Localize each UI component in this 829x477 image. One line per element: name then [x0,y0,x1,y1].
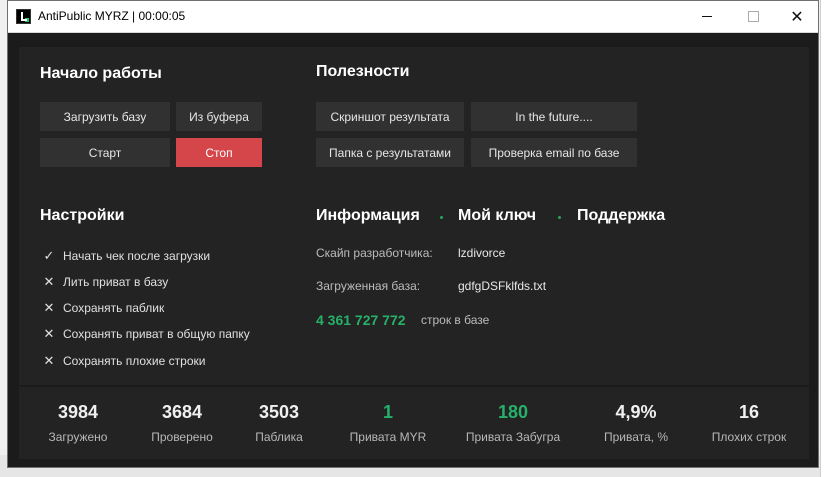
load-db-button[interactable]: Загрузить базу [40,102,170,131]
stat-label: Привата Забугра [465,430,561,444]
option-save-private-common[interactable]: ✕ Сохранять приват в общую папку [41,325,250,343]
skype-value: lzdivorce [458,246,506,260]
cross-icon: ✕ [43,326,55,341]
cross-icon: ✕ [43,353,55,368]
db-value: gdfgDSFklfds.txt [458,279,547,293]
check-email-button[interactable]: Проверка email по базе [471,138,637,167]
stat-value: 3503 [258,402,300,422]
db-label: Загруженная база: [316,279,421,293]
start-heading: Начало работы [40,65,162,82]
tab-info[interactable]: Информация [316,207,420,225]
option-label: Сохранять паблик [63,301,165,315]
line-count: 4 361 727 772 [316,312,406,328]
option-label: Начать чек после загрузки [63,249,211,263]
tab-support[interactable]: Поддержка [577,207,665,225]
stat-value: 4,9% [615,402,657,422]
stat-label: Паблика [255,430,303,444]
cross-icon: ✕ [43,300,55,315]
stat-label: Загружено [48,430,108,444]
stop-button[interactable]: Стоп [176,138,262,167]
app-logo-icon [16,9,31,24]
option-start-after-load[interactable]: ✓ Начать чек после загрузки [41,247,211,265]
tools-heading: Полезности [316,63,410,80]
from-buffer-button[interactable]: Из буфера [176,102,262,131]
settings-heading: Настройки [40,207,125,224]
screenshot-button[interactable]: Скриншот результата [316,102,464,131]
app-window: AntiPublic MYRZ | 00:00:05 ✕ Начало рабо… [7,0,819,468]
future-button[interactable]: In the future.... [471,102,637,131]
cross-icon: ✕ [43,274,55,289]
minimize-icon [702,16,712,17]
option-private-to-db[interactable]: ✕ Лить приват в базу [41,273,169,291]
title-bar[interactable]: AntiPublic MYRZ | 00:00:05 ✕ [8,1,818,33]
close-icon: ✕ [790,8,804,26]
start-button[interactable]: Старт [40,138,170,167]
stat-label: Плохих строк [711,430,787,444]
maximize-icon [747,11,759,22]
option-label: Лить приват в базу [63,275,169,289]
close-button[interactable]: ✕ [774,1,820,32]
option-label: Сохранять плохие строки [63,354,206,368]
option-label: Сохранять приват в общую папку [63,327,250,341]
stat-label: Привата, % [603,430,669,444]
stat-value: 3984 [57,402,99,422]
background-app-strip [820,0,829,477]
stats-bar: 3984 Загружено 3684 Проверено 3503 Пабли… [19,387,809,459]
window-title: AntiPublic MYRZ | 00:00:05 [38,9,186,23]
results-folder-button[interactable]: Папка с результатами [316,138,464,167]
checkmark-icon: ✓ [43,248,55,263]
stat-value: 1 [382,402,393,422]
main-panel: Начало работы Загрузить базу Из буфера С… [19,47,809,385]
maximize-button[interactable] [730,1,776,32]
separator-dot [558,216,561,219]
stat-value: 16 [738,402,760,422]
skype-label: Скайп разработчика: [316,246,433,260]
option-save-bad-lines[interactable]: ✕ Сохранять плохие строки [41,352,206,370]
option-save-public[interactable]: ✕ Сохранять паблик [41,299,165,317]
line-count-suffix: строк в базе [421,313,490,327]
separator-dot [440,216,443,219]
stat-value: 180 [497,402,529,422]
minimize-button[interactable] [684,1,730,32]
stat-label: Привата MYR [349,430,427,444]
tab-my-key[interactable]: Мой ключ [458,207,536,225]
